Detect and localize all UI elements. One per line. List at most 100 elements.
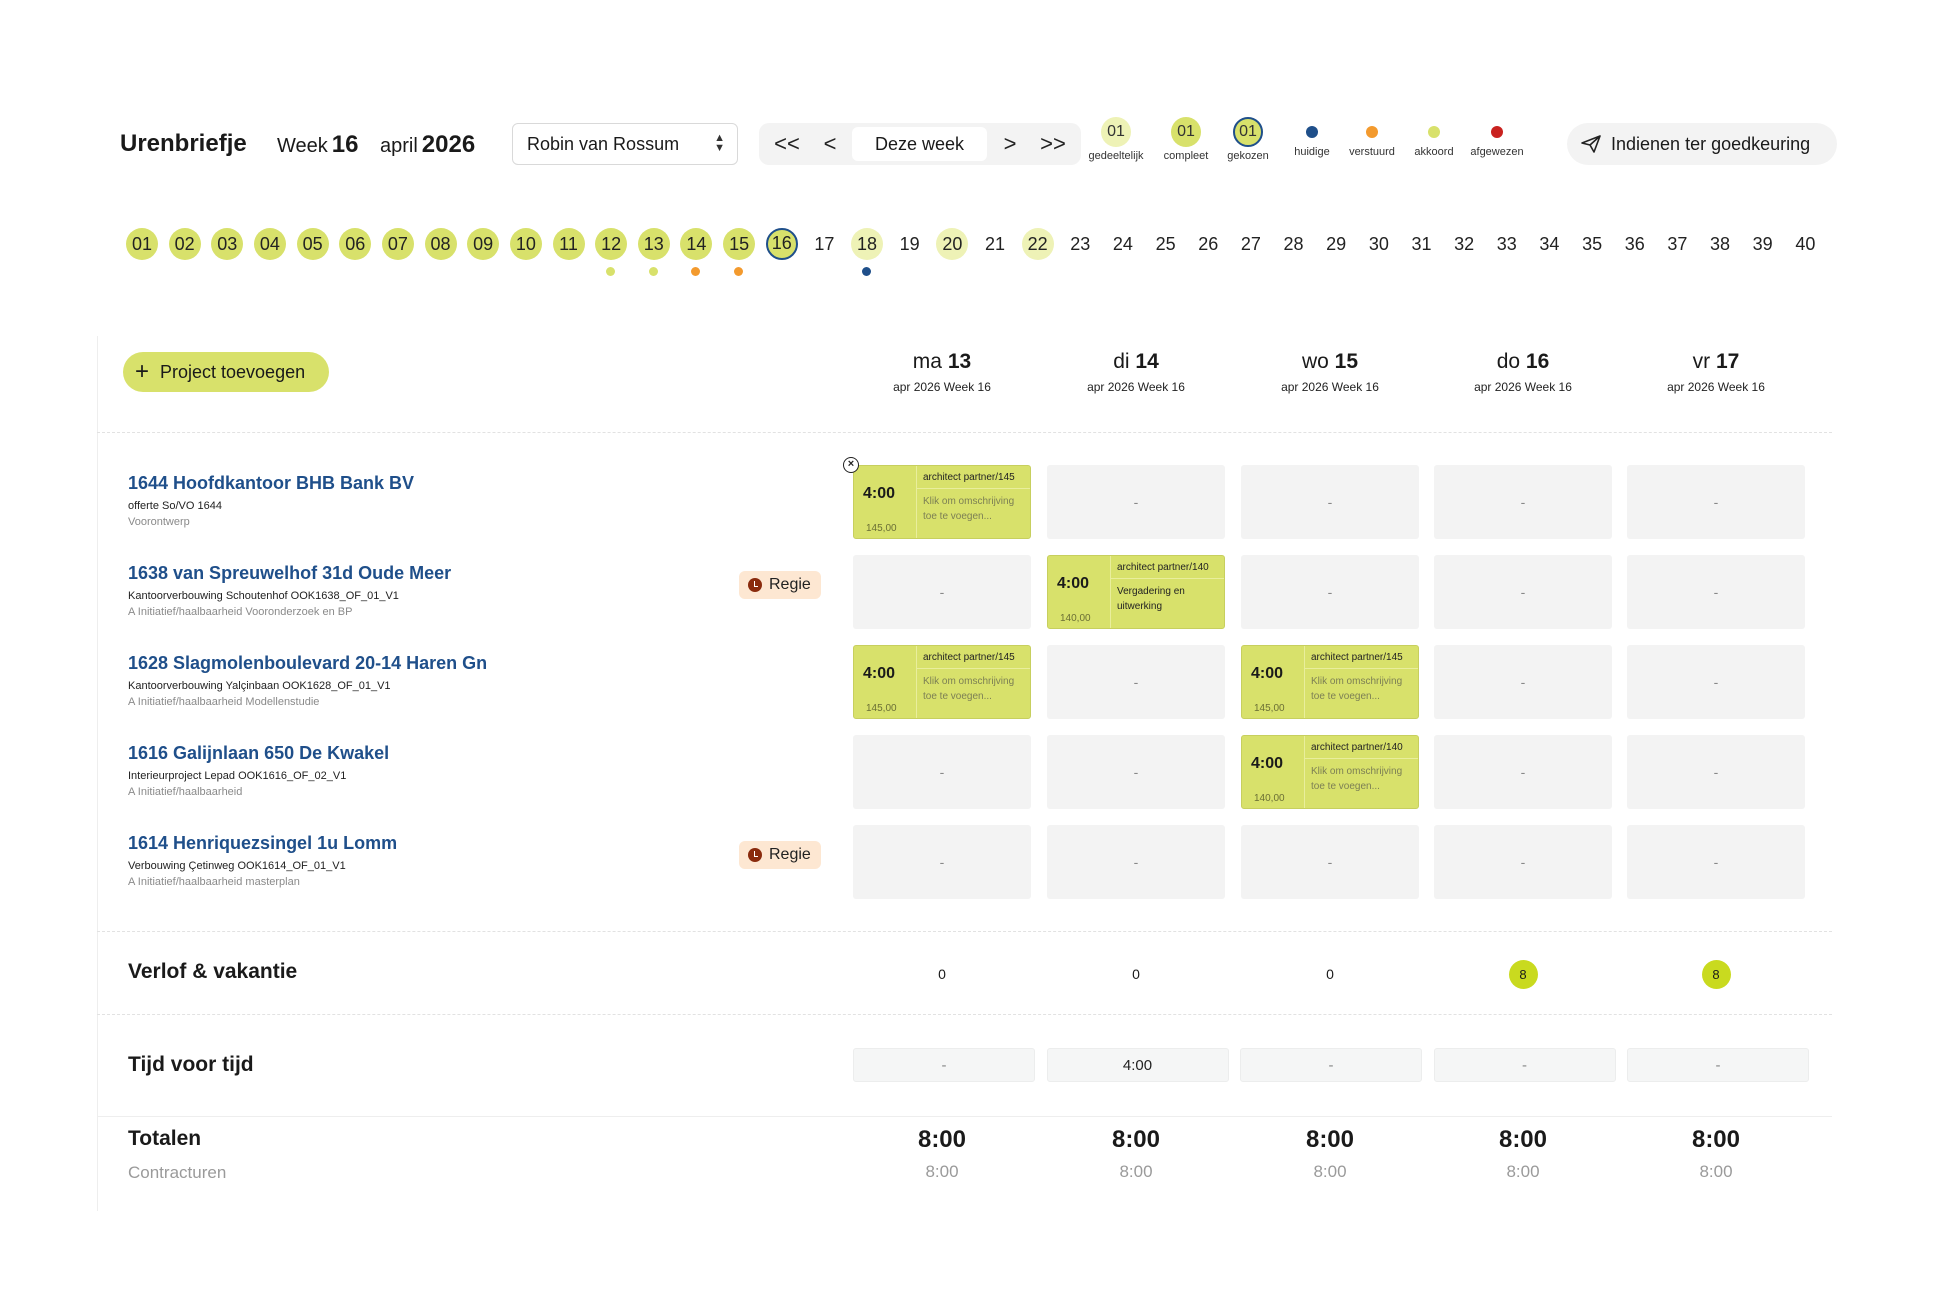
week-13[interactable]: 13	[637, 228, 670, 276]
project-info: 1638 van Spreuwelhof 31d Oude Meer Kantoo…	[128, 563, 688, 618]
week-01[interactable]: 01	[126, 228, 158, 260]
week-08[interactable]: 08	[424, 228, 457, 260]
prev-week-button[interactable]: <	[813, 123, 847, 165]
week-02[interactable]: 02	[168, 228, 201, 260]
week-31[interactable]: 31	[1406, 228, 1438, 260]
remove-entry-icon[interactable]: ×	[843, 457, 859, 473]
day-header-di: di 14 apr 2026 Week 16	[1087, 350, 1185, 394]
week-24[interactable]: 24	[1107, 228, 1139, 260]
leave-value: 0	[1132, 966, 1140, 982]
empty-time-cell[interactable]: -	[853, 735, 1031, 809]
user-select[interactable]: Robin van Rossum ▲ ▼	[512, 123, 738, 165]
empty-time-cell[interactable]: -	[1434, 645, 1612, 719]
time-entry[interactable]: 4:00 145,00 architect partner/145 Klik om o…	[853, 645, 1031, 719]
project-title[interactable]: 1616 Galijnlaan 650 De Kwakel	[128, 743, 688, 764]
this-week-button[interactable]: Deze week	[852, 127, 987, 161]
empty-time-cell[interactable]: -	[1627, 555, 1805, 629]
week-32[interactable]: 32	[1448, 228, 1480, 260]
week-36[interactable]: 36	[1619, 228, 1651, 260]
time-entry[interactable]: 4:00 145,00 architect partner/145 Klik om o…	[853, 465, 1031, 539]
submit-for-approval-button[interactable]: Indienen ter goedkeuring	[1567, 123, 1837, 165]
empty-time-cell[interactable]: -	[1434, 825, 1612, 899]
empty-time-cell[interactable]: -	[1434, 555, 1612, 629]
empty-time-cell[interactable]: -	[1047, 645, 1225, 719]
tvt-input[interactable]: 4:00	[1046, 1048, 1229, 1082]
empty-time-cell[interactable]: -	[1627, 735, 1805, 809]
week-03[interactable]: 03	[211, 228, 244, 260]
project-info: 1616 Galijnlaan 650 De Kwakel Interieurpr…	[128, 743, 688, 798]
time-entry[interactable]: 4:00 140,00 architect partner/140 Klik om o…	[1241, 735, 1419, 809]
empty-time-cell[interactable]: -	[1434, 465, 1612, 539]
week-17[interactable]: 17	[808, 228, 840, 260]
time-entry[interactable]: 4:00 145,00 architect partner/145 Klik om o…	[1241, 645, 1419, 719]
empty-time-cell[interactable]: -	[1241, 465, 1419, 539]
empty-time-cell[interactable]: -	[1047, 465, 1225, 539]
week-18[interactable]: 18	[851, 228, 884, 276]
leave-value: 8	[1626, 960, 1806, 989]
project-title[interactable]: 1628 Slagmolenboulevard 20-14 Haren Gn	[128, 653, 688, 674]
week-19[interactable]: 19	[894, 228, 926, 260]
week-11[interactable]: 11	[552, 228, 585, 260]
week-37[interactable]: 37	[1661, 228, 1693, 260]
week-23[interactable]: 23	[1064, 228, 1096, 260]
week-06[interactable]: 06	[339, 228, 372, 260]
project-title[interactable]: 1614 Henriquezsingel 1u Lomm	[128, 833, 688, 854]
week-39[interactable]: 39	[1747, 228, 1779, 260]
tvt-input[interactable]: -	[1433, 1048, 1616, 1082]
empty-time-cell[interactable]: -	[1627, 465, 1805, 539]
entry-description[interactable]: Klik om omschrijving toe te voegen...	[923, 494, 1026, 524]
week-07[interactable]: 07	[381, 228, 414, 260]
last-week-button[interactable]: >>	[1033, 123, 1073, 165]
entry-description[interactable]: Vergadering en uitwerking	[1117, 584, 1220, 614]
empty-time-cell[interactable]: -	[1434, 735, 1612, 809]
week-04[interactable]: 04	[253, 228, 286, 260]
legend-item: verstuurd	[1341, 117, 1403, 158]
tvt-input[interactable]: -	[853, 1048, 1035, 1082]
entry-description[interactable]: Klik om omschrijving toe te voegen...	[1311, 764, 1414, 794]
week-38[interactable]: 38	[1704, 228, 1736, 260]
week-29[interactable]: 29	[1320, 228, 1352, 260]
week-10[interactable]: 10	[509, 228, 542, 260]
leave-value: 0	[1326, 966, 1334, 982]
empty-time-cell[interactable]: -	[1047, 735, 1225, 809]
week-28[interactable]: 28	[1278, 228, 1310, 260]
week-20[interactable]: 20	[936, 228, 969, 260]
time-entry[interactable]: 4:00 140,00 architect partner/140 Vergaderi…	[1047, 555, 1225, 629]
week-33[interactable]: 33	[1491, 228, 1523, 260]
week-09[interactable]: 09	[467, 228, 500, 260]
add-project-button[interactable]: + Project toevoegen	[123, 352, 329, 392]
empty-time-cell[interactable]: -	[853, 825, 1031, 899]
header: Urenbriefje Week 16 april 2026 Robin van R…	[120, 117, 1860, 169]
project-title[interactable]: 1638 van Spreuwelhof 31d Oude Meer	[128, 563, 688, 584]
tvt-input[interactable]: -	[1627, 1048, 1809, 1082]
empty-time-cell[interactable]: -	[1627, 645, 1805, 719]
first-week-button[interactable]: <<	[767, 123, 807, 165]
week-15[interactable]: 15	[723, 228, 756, 276]
week-22[interactable]: 22	[1021, 228, 1054, 260]
week-14[interactable]: 14	[680, 228, 713, 276]
empty-time-cell[interactable]: -	[853, 555, 1031, 629]
week-34[interactable]: 34	[1533, 228, 1565, 260]
week-35[interactable]: 35	[1576, 228, 1608, 260]
send-icon	[1581, 135, 1601, 153]
week-12[interactable]: 12	[595, 228, 628, 276]
tvt-input[interactable]: -	[1240, 1048, 1422, 1082]
week-27[interactable]: 27	[1235, 228, 1267, 260]
week-25[interactable]: 25	[1150, 228, 1182, 260]
entry-description[interactable]: Klik om omschrijving toe te voegen...	[1311, 674, 1414, 704]
week-26[interactable]: 26	[1192, 228, 1224, 260]
entry-description[interactable]: Klik om omschrijving toe te voegen...	[923, 674, 1026, 704]
next-week-button[interactable]: >	[993, 123, 1027, 165]
empty-time-cell[interactable]: -	[1241, 555, 1419, 629]
week-30[interactable]: 30	[1363, 228, 1395, 260]
project-title[interactable]: 1644 Hoofdkantoor BHB Bank BV	[128, 473, 688, 494]
contract-hours: 8:00	[1506, 1162, 1540, 1181]
week-21[interactable]: 21	[979, 228, 1011, 260]
empty-time-cell[interactable]: -	[1047, 825, 1225, 899]
empty-time-cell[interactable]: -	[1241, 825, 1419, 899]
project-subtitle: Kantoorverbouwing Yalçinbaan OOK1628_OF_…	[128, 680, 391, 692]
week-16[interactable]: 16	[765, 228, 798, 260]
week-40[interactable]: 40	[1789, 228, 1821, 260]
week-05[interactable]: 05	[296, 228, 329, 260]
empty-time-cell[interactable]: -	[1627, 825, 1805, 899]
